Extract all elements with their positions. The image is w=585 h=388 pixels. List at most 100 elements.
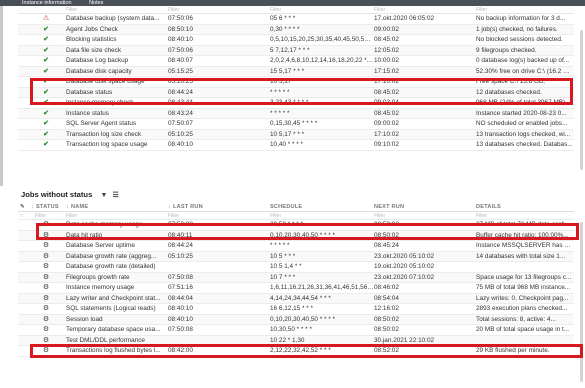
jobs-cell-name: SQL statements (Logical reads): [66, 305, 156, 312]
top-row[interactable]: ✔ Database disk capacity 05:15:25 15 5,17 *…: [18, 66, 574, 77]
top-row[interactable]: ✔ Instance memory check 08:43:44 3,23,43 * …: [18, 98, 574, 109]
gear-icon: ⚙: [42, 294, 50, 302]
filter-icon[interactable]: ▼: [100, 192, 107, 199]
jobs-row[interactable]: ⚙ Session load 08:40:10 0,10,20,30,40,50 * …: [18, 314, 574, 325]
jobs-row[interactable]: ⚙ Data hit ratio 08:40:11 0,10,20,30,40,50 …: [18, 230, 574, 241]
jobs-cell-details: [476, 262, 574, 273]
filter-details[interactable]: Filter: [476, 6, 574, 14]
jobs-cell-schedule: 0,10,20,30,40,50 * * * *: [270, 231, 336, 239]
filter-name[interactable]: Filter: [66, 6, 168, 14]
gear-icon: ⚙: [42, 263, 50, 270]
jobs-rows: ⚙ Data cache memory usage 07:50:08 20,50 * …: [18, 220, 574, 357]
check-icon: ✔: [43, 25, 49, 33]
jobs-cell-details: 2893 execution plans checked...: [476, 305, 568, 312]
top-row[interactable]: ⚠ Database backup (system data... 07:50:06…: [18, 14, 574, 25]
jobs-filter-last-run[interactable]: Filter: [168, 212, 270, 220]
jobs-row[interactable]: ⚙ Temporary database space usa... 07:50:08…: [18, 325, 574, 336]
top-row[interactable]: ✔ Database disk space usage 05:10:25 10 5,1…: [18, 77, 574, 88]
top-row[interactable]: ✔ Database Log backup 08:40:07 2,0,2,4,6,8,…: [18, 56, 574, 67]
top-row[interactable]: ✔ Database status 08:44:24 * * * * * 08:45:0…: [18, 87, 574, 98]
top-cell-details: 12 databases checked.: [476, 88, 542, 96]
col-last-run[interactable]: ↕ LAST RUN: [168, 202, 270, 212]
top-cell-details: NO scheduled or enabled jobs...: [476, 120, 568, 127]
top-cell-schedule: 0,5,10,15,20,25,30,35,40,45,50,55 ...: [270, 36, 374, 43]
top-cell-last-run: 05:15:25: [168, 67, 193, 75]
jobs-cell-next-run: 08:50:02: [374, 231, 399, 239]
jobs-row[interactable]: ⚙ Database Server uptime 08:44:24 * * * * *…: [18, 241, 574, 252]
top-cell-details: Free space C:\ 15.8 GB,: [476, 78, 545, 85]
top-cell-name: Data file size check: [66, 46, 122, 54]
bottom-scrollbar[interactable]: [580, 222, 583, 382]
gear-icon: ⚙: [42, 221, 50, 228]
top-cell-next-run: 12:05:02: [374, 46, 399, 54]
col-details[interactable]: DETAILS: [476, 202, 574, 212]
top-cell-next-run: 08:45:02: [374, 88, 399, 96]
top-cell-name: Database status: [66, 88, 113, 96]
top-cell-name: Instance memory check: [66, 99, 134, 106]
jobs-row[interactable]: ⚙ Transactions log flushed bytes l... 08:4…: [18, 346, 574, 357]
jobs-cell-name: Database growth rate (aggreg...: [66, 252, 157, 260]
gear-icon: ⚙: [42, 242, 50, 249]
top-cell-details: 0 database log(s) backed up of...: [476, 57, 570, 64]
col-next-run[interactable]: NEXT RUN: [374, 202, 476, 212]
gear-icon: ⚙: [42, 273, 50, 281]
jobs-row[interactable]: ⚙ SQL statements (Logical reads) 08:40:10 1…: [18, 304, 574, 315]
top-cell-last-run: 08:50:10: [168, 25, 193, 33]
jobs-row[interactable]: ⚙ Lazy writer and Checkpoint stat... 08:44…: [18, 293, 574, 304]
top-cell-last-run: 05:10:25: [168, 130, 193, 138]
top-cell-details: 52.30% free on drive C:\ (16.2 GB): [476, 67, 574, 75]
jobs-cell-name: Instance memory usage: [66, 284, 135, 291]
jobs-row[interactable]: ⚙ Database growth rate (aggreg... 05:10:25…: [18, 251, 574, 262]
jobs-cell-last-run: [168, 336, 270, 347]
check-icon: ✔: [43, 88, 49, 96]
top-cell-next-run: 08:45:02: [374, 36, 399, 43]
jobs-filter-name[interactable]: Filter: [66, 212, 168, 220]
top-cell-details: 13 transaction logs checked, wi...: [476, 130, 571, 138]
gear-icon: ⚙: [42, 315, 50, 323]
filter-schedule[interactable]: Filter: [270, 6, 374, 14]
top-row[interactable]: ✔ Agent Jobs Check 08:50:10 0,30 * * * * 09:…: [18, 24, 574, 35]
top-row[interactable]: ✔ Transaction log space usage 08:40:10 10,4…: [18, 140, 574, 151]
top-cell-schedule: 2,0,2,4,6,8,10,12,14,16,18,20,22 * * *: [270, 57, 374, 64]
row-select-all[interactable]: □: [20, 212, 28, 220]
top-cell-schedule: 10 5,17 * * *: [270, 78, 305, 85]
top-cell-next-run: 10:00:02: [374, 57, 399, 64]
top-row[interactable]: ✔ Data file size check 07:50:06 5 7,12,17 *…: [18, 45, 574, 56]
jobs-cell-last-run: 08:40:11: [168, 231, 193, 239]
top-cell-last-run: 08:43:24: [168, 109, 193, 117]
jobs-filter-row: □ Filter Filter Filter Filter Filter Fil…: [18, 212, 574, 220]
jobs-row[interactable]: ⚙ Data cache memory usage 07:50:08 20,50 * …: [18, 220, 574, 231]
col-name[interactable]: ↕ NAME: [66, 202, 168, 212]
jobs-cell-schedule: 16 6,12,15 * * *: [270, 305, 313, 312]
edit-icon[interactable]: ✎: [20, 202, 30, 212]
top-row[interactable]: ✔ Blocking statistics 08:40:10 0,5,10,15,20…: [18, 35, 574, 46]
jobs-cell-next-run: 08:46:02: [374, 284, 399, 291]
jobs-filter-next-run[interactable]: Filter: [374, 212, 476, 220]
gear-icon: ⚙: [42, 347, 50, 354]
filter-last-run[interactable]: Filter: [168, 6, 270, 14]
top-row[interactable]: ✔ SQL Server Agent status 07:50:07 0,15,30,…: [18, 119, 574, 130]
jobs-row[interactable]: ⚙ Test DML/DDL performance 10 22 * 1,30 30.…: [18, 335, 574, 347]
top-cell-schedule: 5 7,12,17 * * *: [270, 46, 310, 54]
menu-icon[interactable]: ☰: [113, 191, 119, 199]
jobs-row[interactable]: ⚙ Instance memory usage 07:51:16 1,6,11,16,…: [18, 283, 574, 294]
top-cell-last-run: 05:10:25: [168, 78, 193, 85]
col-status[interactable]: ↕ STATUS: [31, 202, 65, 212]
jobs-row[interactable]: ⚙ Database growth rate (detailed) 10 5 1,4…: [18, 262, 574, 273]
jobs-cell-schedule: 1,6,11,16,21,26,31,36,41,46,51,56 * * *: [270, 284, 374, 291]
top-scrollbar[interactable]: [580, 30, 583, 170]
top-cell-next-run: 17:15:02: [374, 67, 399, 75]
jobs-filter-details[interactable]: Filter: [476, 212, 574, 220]
top-cell-last-run: 07:50:06: [168, 15, 193, 22]
top-row[interactable]: ✔ Instance status 08:43:24 * * * * * 08:45:0…: [18, 108, 574, 119]
col-schedule[interactable]: SCHEDULE: [270, 202, 374, 212]
jobs-cell-name: Session load: [66, 315, 103, 323]
jobs-cell-name: Test DML/DDL performance: [66, 336, 145, 344]
check-icon: ✔: [43, 78, 49, 85]
jobs-filter-status[interactable]: Filter: [35, 212, 65, 220]
jobs-cell-details: 20 MB of total space usage in t...: [476, 326, 570, 333]
jobs-filter-schedule[interactable]: Filter: [270, 212, 374, 220]
top-row[interactable]: ✔ Transaction log size check 05:10:25 10 5,…: [18, 129, 574, 140]
filter-next-run[interactable]: Filter: [374, 6, 476, 14]
jobs-row[interactable]: ⚙ Filegroups growth rate 07:50:08 10 7 * * …: [18, 272, 574, 283]
